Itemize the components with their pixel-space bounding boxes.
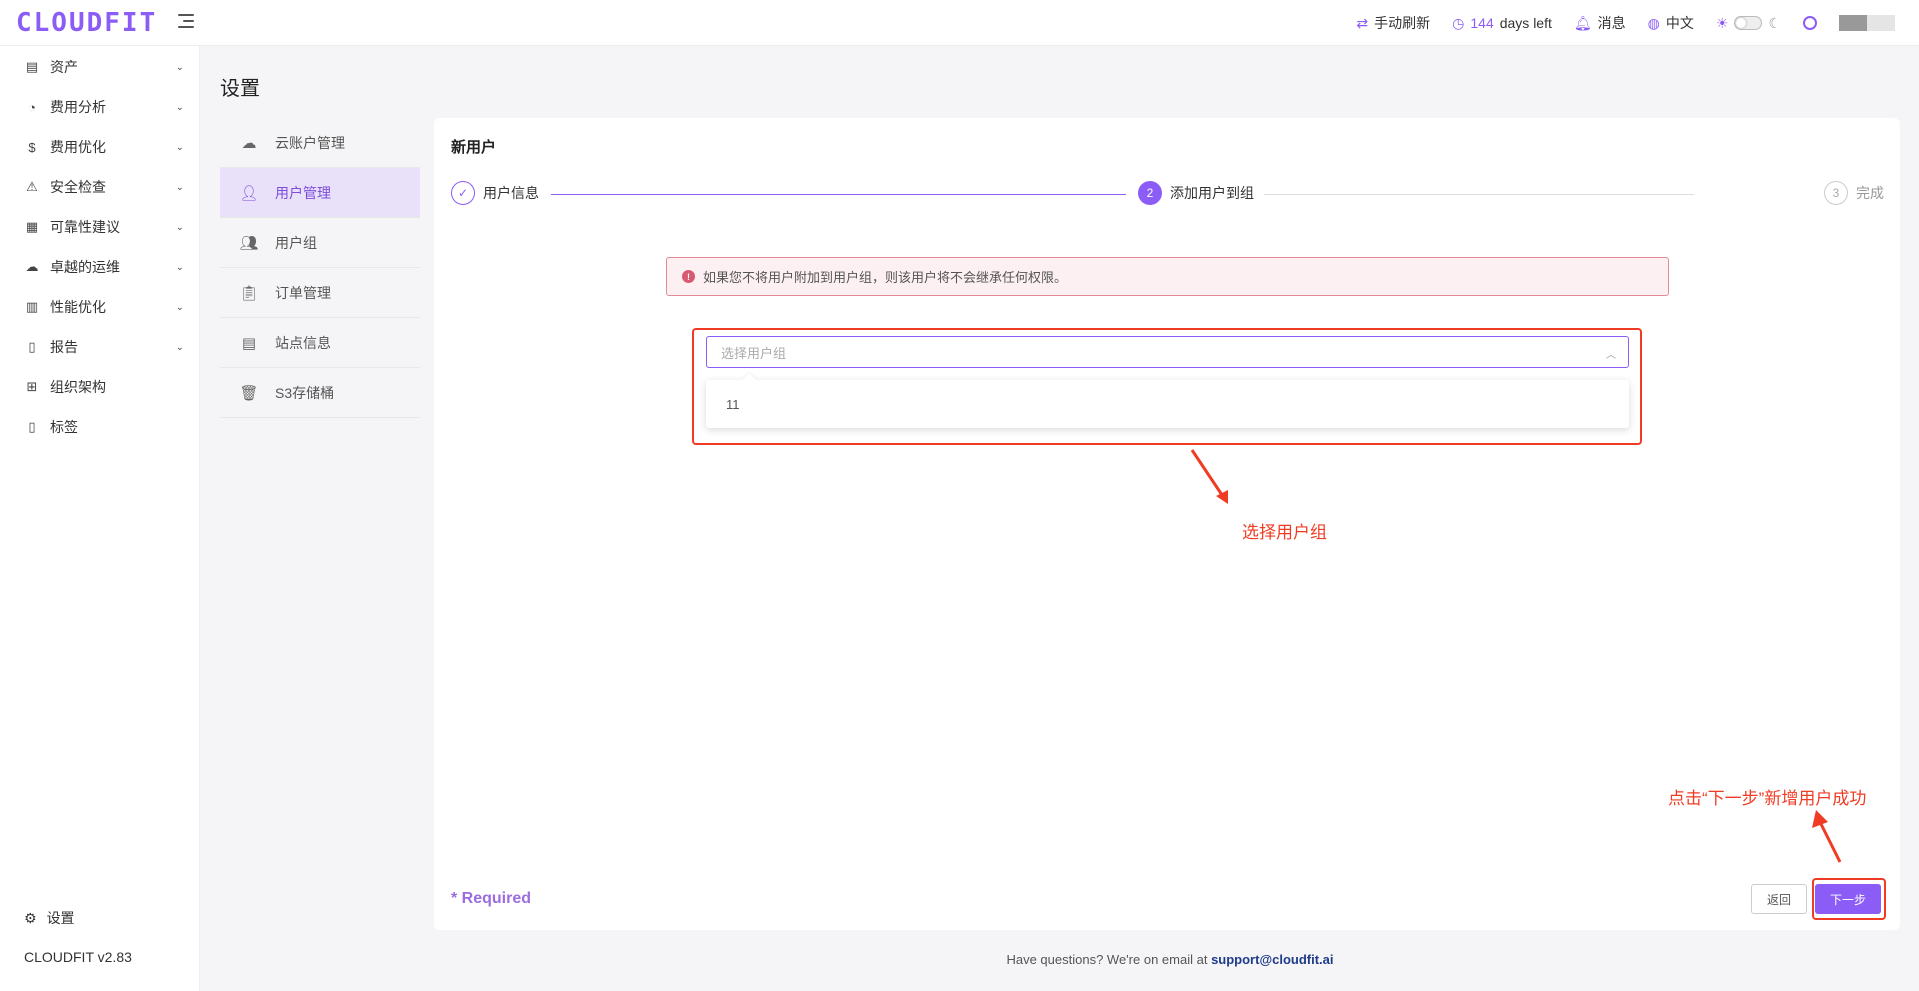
sidebar-item-assets[interactable]: ▤ 资产 ⌄ bbox=[24, 55, 184, 79]
annotation-arrow bbox=[1812, 810, 1842, 863]
annotation-arrow bbox=[1190, 449, 1228, 504]
user-group-dropdown: 11 bbox=[706, 380, 1629, 428]
chevron-down-icon: ⌄ bbox=[175, 341, 184, 353]
app-logo[interactable]: CLOUDFIT bbox=[16, 8, 157, 38]
dollar-icon: $ bbox=[28, 139, 36, 155]
cloud-gear-icon: ☁ bbox=[25, 259, 39, 274]
sidebar-item-organization[interactable]: ⊞ 组织架构 bbox=[24, 375, 184, 399]
settings-submenu: ☁ 云账户管理 👤︎ 用户管理 👥︎ 用户组 📋︎ 订单管理 ▤ 站点信息 🗑︎… bbox=[220, 118, 420, 418]
next-step-button[interactable]: 下一步 bbox=[1815, 884, 1881, 914]
alarm-icon: ⚠ bbox=[26, 179, 38, 194]
bell-icon: 🔔︎ bbox=[1573, 14, 1592, 31]
sidebar-item-reports[interactable]: ▯ 报告 ⌄ bbox=[24, 335, 184, 359]
moon-icon: ☾ bbox=[1768, 14, 1781, 31]
clipboard-icon: 📋︎ bbox=[239, 284, 259, 302]
top-header: CLOUDFIT ⇄ 手动刷新 ◷ 144 days left 🔔︎ 消息 ◍ … bbox=[0, 0, 1919, 46]
sidebar-item-performance[interactable]: ▥ 性能优化 ⌄ bbox=[24, 295, 184, 319]
site-icon: ▤ bbox=[241, 334, 257, 352]
support-footer: Have questions? We're on email at suppor… bbox=[1006, 952, 1334, 967]
step-add-to-group: 2 添加用户到组 bbox=[1138, 181, 1254, 205]
language-switch[interactable]: ◍ 中文 bbox=[1648, 13, 1694, 33]
annotation-next-hint: 点击“下一步”新增用户成功 bbox=[1668, 789, 1867, 808]
trial-days-indicator: ◷ 144 days left bbox=[1452, 14, 1552, 32]
submenu-item-orders[interactable]: 📋︎ 订单管理 bbox=[220, 268, 420, 318]
card-title: 新用户 bbox=[451, 139, 497, 156]
page-title: 设置 bbox=[220, 78, 260, 100]
submenu-item-user-groups[interactable]: 👥︎ 用户组 bbox=[220, 218, 420, 268]
clock-icon: ◷ bbox=[1452, 14, 1465, 31]
user-avatar-icon[interactable] bbox=[1803, 16, 1817, 30]
cloud-icon: ☁ bbox=[241, 134, 257, 152]
org-icon: ⊞ bbox=[26, 379, 38, 394]
step-number: 2 bbox=[1138, 181, 1162, 205]
sidebar-item-tags[interactable]: ▯ 标签 bbox=[24, 415, 184, 439]
sun-icon: ☀ bbox=[1715, 14, 1729, 31]
sidebar: ▤ 资产 ⌄ ◔ 费用分析 ⌄ $ 费用优化 ⌄ ⚠ 安全检查 ⌄ ▦ 可靠性建… bbox=[0, 46, 200, 991]
submenu-item-user-management[interactable]: 👤︎ 用户管理 bbox=[220, 168, 420, 218]
menu-toggle-icon[interactable] bbox=[178, 14, 194, 28]
step-connector-done bbox=[551, 194, 1126, 195]
step-number: 3 bbox=[1824, 181, 1848, 205]
step-user-info: ✓ 用户信息 bbox=[451, 181, 539, 205]
globe-icon: ◍ bbox=[1647, 14, 1660, 31]
chevron-down-icon: ⌄ bbox=[175, 181, 184, 193]
back-button[interactable]: 返回 bbox=[1751, 884, 1807, 914]
step-connector-pending bbox=[1264, 194, 1694, 195]
chevron-up-icon: ︿ bbox=[1606, 350, 1616, 361]
asset-icon: ▤ bbox=[25, 59, 39, 74]
annotation-select-hint: 选择用户组 bbox=[1242, 523, 1327, 542]
report-icon: ▦ bbox=[25, 219, 39, 234]
sidebar-item-operations[interactable]: ☁ 卓越的运维 ⌄ bbox=[24, 255, 185, 279]
tag-icon: ▯ bbox=[28, 419, 36, 434]
sidebar-settings-link[interactable]: ⚙ 设置 bbox=[24, 908, 75, 928]
theme-switch[interactable]: ☀ ☾ bbox=[1716, 15, 1781, 32]
chevron-down-icon: ⌄ bbox=[175, 301, 184, 313]
chevron-down-icon: ⌄ bbox=[175, 221, 184, 233]
chevron-down-icon: ⌄ bbox=[175, 61, 184, 73]
bucket-icon: 🗑︎ bbox=[239, 384, 259, 402]
gear-icon: ⚙ bbox=[24, 909, 37, 926]
document-icon: ▯ bbox=[28, 339, 36, 354]
user-group-select[interactable]: 选择用户组 ︿ bbox=[706, 336, 1629, 368]
submenu-item-site-info[interactable]: ▤ 站点信息 bbox=[220, 318, 420, 368]
new-user-card: 新用户 ✓ 用户信息 2 添加用户到组 3 完成 ! 如果您不将用户附加到用户组… bbox=[434, 118, 1900, 930]
submenu-item-s3-buckets[interactable]: 🗑︎ S3存储桶 bbox=[220, 368, 420, 418]
gauge-icon: ◔ bbox=[28, 99, 36, 115]
theme-toggle[interactable] bbox=[1734, 16, 1763, 30]
permission-warning-alert: ! 如果您不将用户附加到用户组，则该用户将不会继承任何权限。 bbox=[666, 257, 1669, 296]
chevron-down-icon: ⌄ bbox=[175, 141, 184, 153]
required-note: * Required bbox=[451, 890, 532, 907]
check-icon: ✓ bbox=[451, 181, 475, 205]
support-email-link[interactable]: support@cloudfit.ai bbox=[1211, 952, 1333, 967]
user-menu[interactable] bbox=[1839, 15, 1895, 31]
chart-icon: ▥ bbox=[25, 299, 39, 314]
chevron-down-icon: ⌄ bbox=[175, 261, 184, 273]
user-icon: 👤︎ bbox=[239, 184, 259, 202]
step-complete: 3 完成 bbox=[1824, 181, 1884, 205]
submenu-item-cloud-accounts[interactable]: ☁ 云账户管理 bbox=[220, 118, 420, 168]
users-icon: 👥︎ bbox=[239, 234, 259, 252]
manual-refresh-button[interactable]: ⇄ 手动刷新 bbox=[1356, 13, 1430, 33]
chevron-down-icon: ⌄ bbox=[175, 101, 184, 113]
dropdown-option[interactable]: 11 bbox=[706, 380, 1629, 428]
sidebar-item-cost-analysis[interactable]: ◔ 费用分析 ⌄ bbox=[24, 95, 184, 119]
messages-button[interactable]: 🔔︎ 消息 bbox=[1574, 13, 1626, 33]
sidebar-item-security[interactable]: ⚠ 安全检查 ⌄ bbox=[24, 175, 184, 199]
alert-icon: ! bbox=[682, 270, 695, 283]
refresh-icon: ⇄ bbox=[1356, 14, 1369, 31]
sidebar-item-reliability[interactable]: ▦ 可靠性建议 ⌄ bbox=[24, 215, 184, 239]
header-actions: ⇄ 手动刷新 ◷ 144 days left 🔔︎ 消息 ◍ 中文 ☀ ☾ bbox=[1356, 0, 1895, 46]
sidebar-item-cost-optimization[interactable]: $ 费用优化 ⌄ bbox=[24, 135, 184, 159]
